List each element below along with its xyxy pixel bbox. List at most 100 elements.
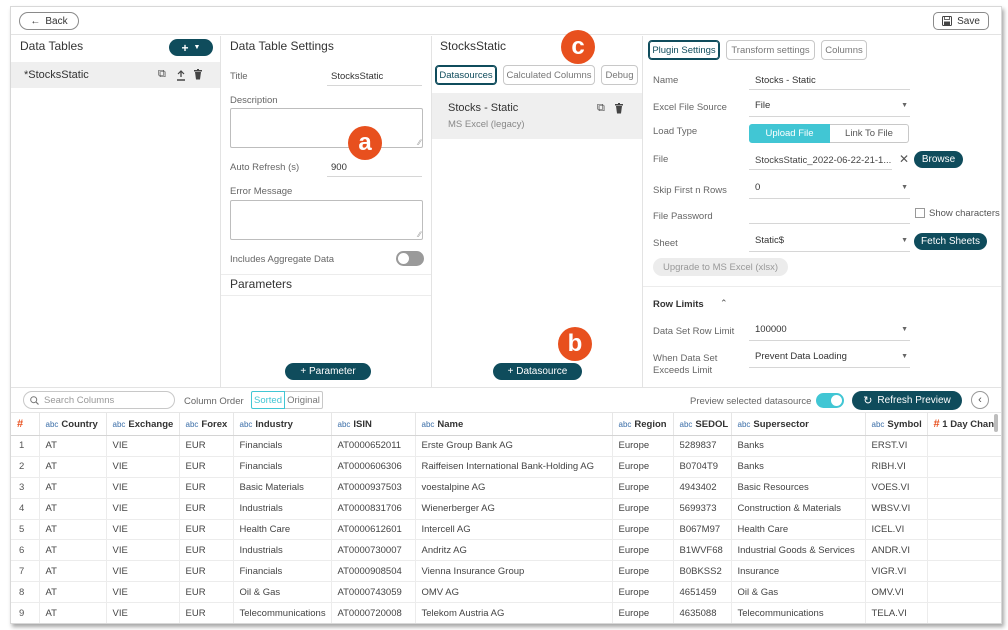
text-type-icon: abc <box>239 419 253 429</box>
excel-source-dropdown[interactable]: File ▼ <box>749 99 910 117</box>
skip-rows-dropdown[interactable]: 0 ▼ <box>749 181 910 199</box>
tab-datasources[interactable]: Datasources <box>435 65 497 85</box>
save-button[interactable]: Save <box>933 12 989 30</box>
tab-transform-settings[interactable]: Transform settings <box>726 40 815 60</box>
title-input[interactable]: StocksStatic <box>327 71 422 86</box>
back-button[interactable]: ← Back <box>19 12 79 30</box>
chevron-up-icon[interactable]: ⌃ <box>720 298 728 309</box>
row-limit-dropdown[interactable]: 100000 ▼ <box>749 323 910 341</box>
annotation-badge-a: a <box>348 126 382 160</box>
column-header-symbol[interactable]: abc Symbol <box>865 412 928 436</box>
table-row[interactable]: 8 AT VIE EUR Oil & Gas AT0000743059 OMV AG Euro… <box>11 581 1001 604</box>
fetch-sheets-button[interactable]: Fetch Sheets <box>914 233 987 250</box>
copy-icon[interactable]: ⧉ <box>597 102 605 115</box>
title-label: Title <box>230 71 248 82</box>
data-tables-panel: Data Tables + ▼ *StocksStatic ⧉ <box>11 36 221 387</box>
cell-1-day-change <box>927 602 1001 623</box>
add-datasource-button[interactable]: + Datasource <box>493 363 582 380</box>
column-header-1-day-change[interactable]: # 1 Day Chan <box>927 412 1001 436</box>
cell-sedol: 5699373 <box>673 498 732 520</box>
cell-row-number: 9 <box>11 602 40 623</box>
column-order-sorted[interactable]: Sorted <box>251 391 285 409</box>
column-header-country[interactable]: abc Country <box>39 412 107 436</box>
column-header-isin[interactable]: abc ISIN <box>331 412 416 436</box>
parameters-title: Parameters <box>230 277 293 291</box>
table-row[interactable]: 5 AT VIE EUR Health Care AT0000612601 Intercel… <box>11 519 1001 541</box>
load-type-link[interactable]: Link To File <box>830 124 909 143</box>
divider <box>221 274 431 275</box>
cell-exchange: VIE <box>106 519 180 541</box>
refresh-preview-button[interactable]: ↻ Refresh Preview <box>852 391 962 410</box>
description-textarea[interactable]: ∕∕ <box>230 108 423 148</box>
preview-toggle[interactable] <box>816 393 844 408</box>
tab-columns[interactable]: Columns <box>821 40 867 60</box>
tab-debug[interactable]: Debug <box>601 65 638 85</box>
table-row[interactable]: 7 AT VIE EUR Financials AT0000908504 Vienna In… <box>11 560 1001 583</box>
description-label: Description <box>230 95 278 106</box>
text-type-icon: abc <box>112 419 126 429</box>
text-type-icon: abc <box>185 419 199 429</box>
cell-symbol: ICEL.VI <box>865 519 928 541</box>
table-row[interactable]: 1 AT VIE EUR Financials AT0000652011 Erste Gro… <box>11 435 1001 457</box>
upgrade-button[interactable]: Upgrade to MS Excel (xlsx) <box>653 258 788 276</box>
column-header-sedol[interactable]: abc SEDOL <box>673 412 732 436</box>
column-header-industry[interactable]: abc Industry <box>233 412 332 436</box>
add-data-table-button[interactable]: + ▼ <box>169 39 213 56</box>
back-label: Back <box>45 15 68 27</box>
load-type-upload[interactable]: Upload File <box>749 124 830 143</box>
cell-exchange: VIE <box>106 498 180 520</box>
tab-plugin-settings[interactable]: Plugin Settings <box>648 40 720 60</box>
close-icon[interactable]: ✕ <box>899 152 909 166</box>
table-row[interactable]: 2 AT VIE EUR Financials AT0000606306 Raiffeise… <box>11 456 1001 478</box>
table-row[interactable]: 3 AT VIE EUR Basic Materials AT0000937503 voes… <box>11 477 1001 499</box>
cell-industry: Financials <box>233 560 332 583</box>
cell-region: Europe <box>612 560 674 583</box>
file-input[interactable]: StocksStatic_2022-06-22-21-1... <box>749 155 892 170</box>
cell-industry: Industrials <box>233 539 332 562</box>
trash-icon[interactable] <box>193 69 203 80</box>
cell-exchange: VIE <box>106 456 180 478</box>
show-characters-checkbox[interactable] <box>915 208 925 218</box>
data-table-item[interactable]: *StocksStatic ⧉ <box>11 62 220 88</box>
cell-sedol: 4943402 <box>673 477 732 499</box>
column-header-exchange[interactable]: abc Exchange <box>106 412 180 436</box>
browse-button[interactable]: Browse <box>914 151 963 168</box>
cell-supersector: Insurance <box>731 560 866 583</box>
exceeds-label-line1: When Data Set <box>653 353 718 364</box>
auto-refresh-input[interactable]: 900 <box>327 162 422 177</box>
auto-refresh-label: Auto Refresh (s) <box>230 162 300 173</box>
file-password-input[interactable] <box>749 223 910 224</box>
vertical-scrollbar[interactable] <box>994 414 998 432</box>
trash-icon[interactable] <box>614 103 624 114</box>
search-columns-input[interactable]: Search Columns <box>23 391 175 409</box>
column-header-forex[interactable]: abc Forex <box>179 412 234 436</box>
name-input[interactable]: Stocks - Static <box>749 75 910 90</box>
add-parameter-button[interactable]: + Parameter <box>285 363 371 380</box>
hash-icon: # <box>17 418 24 430</box>
export-icon[interactable] <box>176 70 186 81</box>
cell-1-day-change <box>927 560 1001 583</box>
text-type-icon: abc <box>737 419 751 429</box>
table-row[interactable]: 6 AT VIE EUR Industrials AT0000730007 Andritz … <box>11 539 1001 562</box>
sheet-dropdown[interactable]: Static$ ▼ <box>749 234 910 252</box>
copy-icon[interactable]: ⧉ <box>158 68 166 81</box>
table-row[interactable]: 4 AT VIE EUR Industrials AT0000831706 Wienerbe… <box>11 498 1001 520</box>
column-header-region[interactable]: abc Region <box>612 412 674 436</box>
excel-source-value: File <box>755 100 771 111</box>
datasource-item[interactable]: Stocks - Static MS Excel (legacy) ⧉ <box>432 93 642 139</box>
cell-symbol: ANDR.VI <box>865 539 928 562</box>
tab-calculated-columns[interactable]: Calculated Columns <box>503 65 595 85</box>
exceeds-dropdown[interactable]: Prevent Data Loading ▼ <box>749 350 910 368</box>
column-header-supersector[interactable]: abc Supersector <box>731 412 866 436</box>
error-message-textarea[interactable]: ∕∕ <box>230 200 423 240</box>
cell-industry: Health Care <box>233 519 332 541</box>
cell-row-number: 2 <box>11 456 40 478</box>
sheet-value: Static$ <box>755 235 785 246</box>
table-row[interactable]: 9 AT VIE EUR Telecommunications AT0000720008 T… <box>11 602 1001 623</box>
grid-body: 1 AT VIE EUR Financials AT0000652011 Erste Gro… <box>11 435 1001 623</box>
cell-country: AT <box>39 602 107 623</box>
includes-aggregate-toggle[interactable] <box>396 251 424 266</box>
collapse-button[interactable]: ‹ <box>971 391 989 409</box>
column-order-original[interactable]: Original <box>285 391 323 409</box>
column-header-name[interactable]: abc Name <box>415 412 613 436</box>
